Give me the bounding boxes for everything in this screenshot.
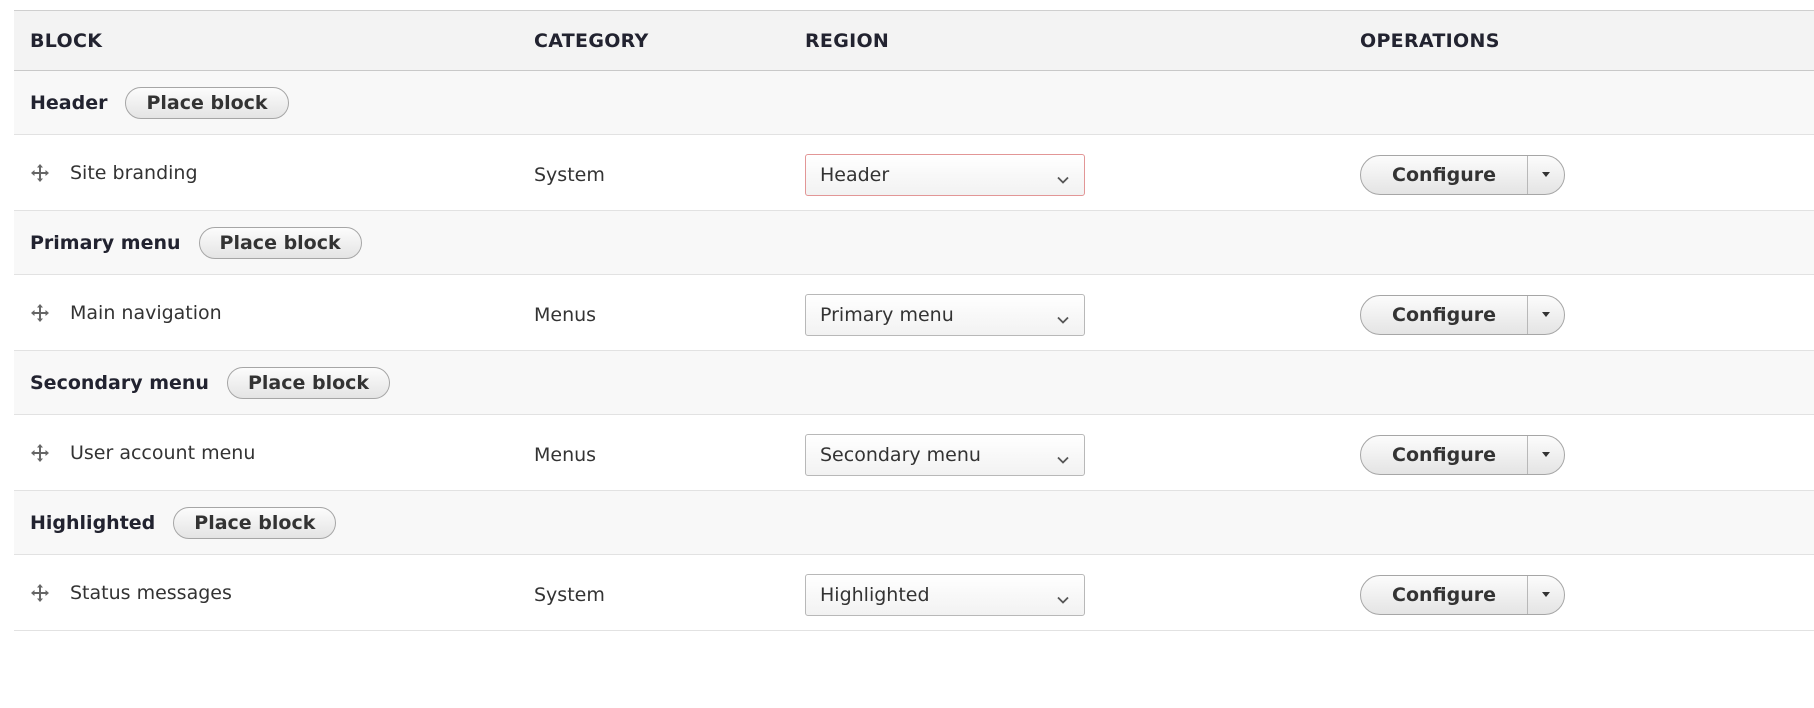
caret-down-icon — [1542, 172, 1550, 177]
configure-button[interactable]: Configure — [1361, 576, 1527, 614]
header-cell-region: REGION — [805, 11, 889, 70]
move-arrows-icon[interactable] — [30, 443, 50, 463]
block-label: Main navigation — [70, 301, 222, 324]
region-select-value: Highlighted — [820, 583, 930, 606]
chevron-down-icon — [1056, 590, 1070, 604]
region-cell: Header — [805, 135, 1085, 210]
block-category: System — [534, 583, 605, 606]
configure-button[interactable]: Configure — [1361, 296, 1527, 334]
category-cell: Menus — [534, 415, 596, 490]
operations-cell: Configure — [1360, 555, 1565, 630]
dropbutton-toggle[interactable] — [1527, 295, 1564, 334]
table-row: Main navigation Menus Primary menu Confi… — [14, 275, 1814, 351]
dropbutton-toggle[interactable] — [1527, 435, 1564, 474]
chevron-down-icon — [1056, 170, 1070, 184]
operations-cell: Configure — [1360, 415, 1565, 490]
block-name-cell: User account menu — [30, 415, 255, 490]
configure-button[interactable]: Configure — [1361, 156, 1527, 194]
region-row-highlighted: Highlighted Place block — [14, 491, 1814, 555]
region-row-header: Header Place block — [14, 71, 1814, 135]
place-block-button[interactable]: Place block — [125, 86, 289, 119]
caret-down-icon — [1542, 312, 1550, 317]
region-title: Secondary menu — [30, 371, 209, 394]
region-title-cell: Primary menu Place block — [30, 211, 362, 274]
move-arrows-icon[interactable] — [30, 163, 50, 183]
header-cell-block: BLOCK — [30, 11, 102, 70]
caret-down-icon — [1542, 592, 1550, 597]
block-category: Menus — [534, 303, 597, 326]
category-cell: System — [534, 135, 605, 210]
table-row: User account menu Menus Secondary menu C… — [14, 415, 1814, 491]
table-row: Status messages System Highlighted Confi… — [14, 555, 1814, 631]
dropbutton-toggle[interactable] — [1527, 155, 1564, 194]
block-category: Menus — [534, 443, 597, 466]
column-header-operations: OPERATIONS — [1360, 29, 1500, 52]
table-header: BLOCK CATEGORY REGION OPERATIONS — [14, 11, 1814, 71]
table-row: Site branding System Header Configure — [14, 135, 1814, 211]
operations-cell: Configure — [1360, 275, 1565, 350]
region-title: Primary menu — [30, 231, 181, 254]
operations-dropbutton: Configure — [1360, 294, 1565, 335]
block-label: User account menu — [70, 441, 256, 464]
header-cell-category: CATEGORY — [534, 11, 649, 70]
block-name-cell: Status messages — [30, 555, 232, 630]
region-title: Highlighted — [30, 511, 156, 534]
region-select[interactable]: Header — [805, 153, 1085, 196]
region-cell: Primary menu — [805, 275, 1085, 350]
blocks-table: BLOCK CATEGORY REGION OPERATIONS Header … — [14, 10, 1814, 631]
region-row-secondary-menu: Secondary menu Place block — [14, 351, 1814, 415]
region-select[interactable]: Secondary menu — [805, 433, 1085, 476]
caret-down-icon — [1542, 452, 1550, 457]
column-header-block: BLOCK — [30, 29, 103, 52]
block-category: System — [534, 163, 605, 186]
place-block-button[interactable]: Place block — [226, 366, 391, 399]
region-select-value: Primary menu — [820, 303, 954, 326]
header-cell-operations: OPERATIONS — [1360, 11, 1500, 70]
move-arrows-icon[interactable] — [30, 583, 50, 603]
region-select[interactable]: Highlighted — [805, 573, 1085, 616]
block-name-cell: Main navigation — [30, 275, 222, 350]
column-header-category: CATEGORY — [534, 29, 649, 52]
region-row-primary-menu: Primary menu Place block — [14, 211, 1814, 275]
region-title-cell: Secondary menu Place block — [30, 351, 391, 414]
place-block-button[interactable]: Place block — [173, 506, 337, 539]
region-title-cell: Header Place block — [30, 71, 289, 134]
block-layout-page: BLOCK CATEGORY REGION OPERATIONS Header … — [0, 0, 1814, 708]
operations-dropbutton: Configure — [1360, 434, 1565, 475]
region-cell: Highlighted — [805, 555, 1085, 630]
column-header-region: REGION — [805, 29, 890, 52]
operations-dropbutton: Configure — [1360, 154, 1565, 195]
move-arrows-icon[interactable] — [30, 303, 50, 323]
block-label: Site branding — [70, 161, 198, 184]
region-title-cell: Highlighted Place block — [30, 491, 337, 554]
place-block-button[interactable]: Place block — [198, 226, 362, 259]
operations-dropbutton: Configure — [1360, 574, 1565, 615]
region-select[interactable]: Primary menu — [805, 293, 1085, 336]
category-cell: System — [534, 555, 605, 630]
category-cell: Menus — [534, 275, 596, 350]
block-name-cell: Site branding — [30, 135, 198, 210]
operations-cell: Configure — [1360, 135, 1565, 210]
region-select-value: Secondary menu — [820, 443, 981, 466]
dropbutton-toggle[interactable] — [1527, 575, 1564, 614]
region-select-value: Header — [820, 163, 890, 186]
chevron-down-icon — [1056, 450, 1070, 464]
block-label: Status messages — [70, 581, 232, 604]
configure-button[interactable]: Configure — [1361, 436, 1527, 474]
region-cell: Secondary menu — [805, 415, 1085, 490]
chevron-down-icon — [1056, 310, 1070, 324]
region-title: Header — [30, 91, 108, 114]
